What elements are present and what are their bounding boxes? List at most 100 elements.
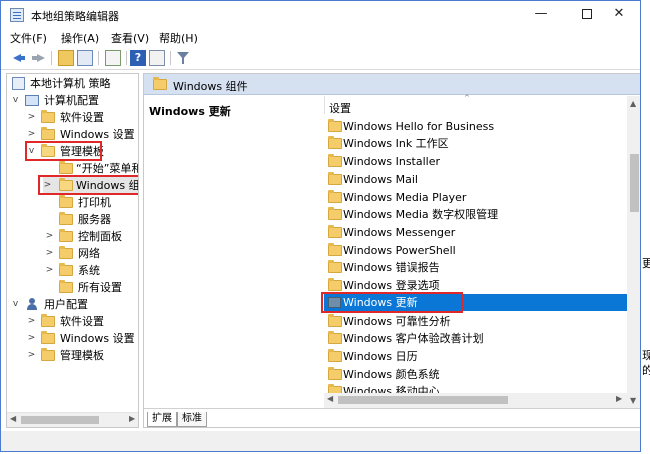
chevron-down-icon[interactable]: v bbox=[11, 92, 20, 109]
list-item-label: Windows Ink 工作区 bbox=[343, 137, 449, 150]
background-window-fragment: 更 bbox=[642, 257, 650, 270]
tree-item-all-settings[interactable]: 所有设置 bbox=[7, 279, 138, 296]
folder-icon bbox=[328, 349, 342, 362]
tree-item-software-settings[interactable]: > 软件设置 bbox=[7, 109, 138, 126]
list-item[interactable]: Windows Ink 工作区 bbox=[324, 135, 629, 152]
chevron-right-icon[interactable]: > bbox=[27, 330, 36, 347]
list-item[interactable]: Windows 移动中心 bbox=[324, 383, 629, 393]
menu-action[interactable]: 操作(A) bbox=[61, 30, 99, 46]
scroll-thumb[interactable] bbox=[338, 396, 508, 404]
folder-icon bbox=[328, 367, 342, 380]
list-item[interactable]: Windows Media Player bbox=[324, 189, 629, 206]
tree-item-user-software-settings[interactable]: > 软件设置 bbox=[7, 313, 138, 330]
view-tabs: 扩展 标准 bbox=[144, 408, 640, 427]
list-item-label: Windows 日历 bbox=[343, 350, 418, 363]
list-item[interactable]: Windows Mail bbox=[324, 171, 629, 188]
list-item[interactable]: Windows 错误报告 bbox=[324, 259, 629, 276]
title-bar[interactable]: 本地组策略编辑器 — ✕ bbox=[1, 1, 640, 29]
scroll-left-icon[interactable]: ◀ bbox=[327, 394, 333, 403]
chevron-right-icon[interactable]: > bbox=[27, 109, 36, 126]
list-item[interactable]: Windows 日历 bbox=[324, 348, 629, 365]
menu-help[interactable]: 帮助(H) bbox=[159, 30, 198, 46]
chevron-right-icon[interactable]: > bbox=[27, 313, 36, 330]
folder-icon bbox=[328, 384, 342, 393]
chevron-right-icon[interactable]: > bbox=[45, 245, 54, 262]
computer-icon bbox=[25, 95, 39, 106]
chevron-right-icon[interactable]: > bbox=[45, 228, 54, 245]
tree-item-system[interactable]: > 系统 bbox=[7, 262, 138, 279]
tree-item-user-windows-settings[interactable]: > Windows 设置 bbox=[7, 330, 138, 347]
scroll-right-icon[interactable]: ▶ bbox=[129, 414, 135, 423]
folder-icon bbox=[328, 207, 342, 220]
tree-item-network[interactable]: > 网络 bbox=[7, 245, 138, 262]
list-item[interactable]: Windows 客户体验改善计划 bbox=[324, 330, 629, 347]
background-window-fragment: 的 bbox=[642, 364, 650, 377]
tree-item-control-panel[interactable]: > 控制面板 bbox=[7, 228, 138, 245]
list-item[interactable]: Windows Installer bbox=[324, 153, 629, 170]
list-item-label: Windows 可靠性分析 bbox=[343, 315, 451, 328]
tree-label: 用户配置 bbox=[44, 298, 88, 311]
tree-item-printers[interactable]: 打印机 bbox=[7, 194, 138, 211]
list-item[interactable]: Windows 可靠性分析 bbox=[324, 313, 629, 330]
tab-standard[interactable]: 标准 bbox=[177, 412, 207, 427]
list-item[interactable]: Windows Messenger bbox=[324, 224, 629, 241]
user-icon bbox=[25, 298, 39, 311]
tree-item-server[interactable]: 服务器 bbox=[7, 211, 138, 228]
toolbar-separator bbox=[170, 51, 171, 65]
scroll-right-icon[interactable]: ▶ bbox=[616, 394, 622, 403]
properties-icon[interactable] bbox=[149, 50, 165, 66]
export-list-icon[interactable] bbox=[105, 50, 121, 66]
back-arrow-icon[interactable] bbox=[11, 50, 27, 66]
folder-icon bbox=[328, 119, 342, 132]
folder-icon bbox=[41, 348, 55, 361]
tree-item-user-admin-templates[interactable]: > 管理模板 bbox=[7, 347, 138, 364]
list-item[interactable]: Windows Media 数字权限管理 bbox=[324, 206, 629, 223]
tree-label: 系统 bbox=[78, 264, 100, 277]
folder-icon bbox=[328, 136, 342, 149]
folder-icon bbox=[328, 260, 342, 273]
chevron-down-icon[interactable]: v bbox=[11, 296, 20, 313]
folder-icon bbox=[328, 190, 342, 203]
minimize-button[interactable]: — bbox=[518, 1, 564, 29]
scroll-left-icon[interactable]: ◀ bbox=[10, 414, 16, 423]
show-hide-tree-icon[interactable] bbox=[77, 50, 93, 66]
menu-file[interactable]: 文件(F) bbox=[10, 30, 47, 46]
folder-icon bbox=[41, 331, 55, 344]
chevron-right-icon[interactable]: > bbox=[27, 347, 36, 364]
list-item[interactable]: Windows PowerShell bbox=[324, 242, 629, 259]
scroll-up-icon[interactable]: ▲ bbox=[630, 99, 636, 108]
toolbar-separator bbox=[51, 51, 52, 65]
menu-view[interactable]: 查看(V) bbox=[111, 30, 149, 46]
filter-icon[interactable] bbox=[175, 50, 191, 66]
details-header-title: Windows 组件 bbox=[173, 80, 248, 93]
description-title: Windows 更新 bbox=[149, 105, 231, 118]
tree-item-root[interactable]: 本地计算机 策略 bbox=[7, 75, 138, 92]
details-horizontal-scrollbar[interactable]: ◀ ▶ bbox=[324, 393, 627, 408]
tab-extended[interactable]: 扩展 bbox=[147, 412, 177, 427]
help-icon[interactable]: ? bbox=[130, 50, 146, 66]
list-item[interactable]: Windows Hello for Business bbox=[324, 118, 629, 135]
details-vertical-scrollbar[interactable]: ▲ ▼ bbox=[627, 96, 640, 408]
sort-caret-icon: ^ bbox=[464, 94, 470, 102]
scroll-down-icon[interactable]: ▼ bbox=[630, 396, 636, 405]
column-header-setting[interactable]: 设置 bbox=[329, 100, 351, 116]
tree-label: 管理模板 bbox=[60, 349, 104, 362]
details-pane: Windows 组件 Windows 更新 设置 ^ Windows Hello… bbox=[143, 73, 640, 428]
forward-arrow-icon[interactable] bbox=[30, 50, 46, 66]
tree-label: 软件设置 bbox=[60, 111, 104, 124]
background-window-fragment: 现 bbox=[642, 349, 650, 362]
list-item[interactable]: Windows 颜色系统 bbox=[324, 366, 629, 383]
scroll-thumb[interactable] bbox=[630, 154, 639, 212]
tree-item-computer-config[interactable]: v 计算机配置 bbox=[7, 92, 138, 109]
tree-horizontal-scrollbar[interactable]: ◀ ▶ bbox=[7, 412, 138, 427]
close-button[interactable]: ✕ bbox=[596, 1, 640, 29]
tree-item-user-config[interactable]: v 用户配置 bbox=[7, 296, 138, 313]
details-header: Windows 组件 bbox=[144, 74, 640, 95]
scroll-thumb[interactable] bbox=[21, 416, 99, 424]
chevron-right-icon[interactable]: > bbox=[45, 262, 54, 279]
up-folder-icon[interactable] bbox=[58, 50, 74, 66]
folder-icon bbox=[328, 243, 342, 256]
gpedit-app-icon bbox=[10, 8, 24, 22]
tree-pane: 本地计算机 策略 v 计算机配置 > 软件设置 > Windows 设置 v 管… bbox=[6, 73, 139, 428]
tree-label: Windows 设置 bbox=[60, 332, 135, 345]
